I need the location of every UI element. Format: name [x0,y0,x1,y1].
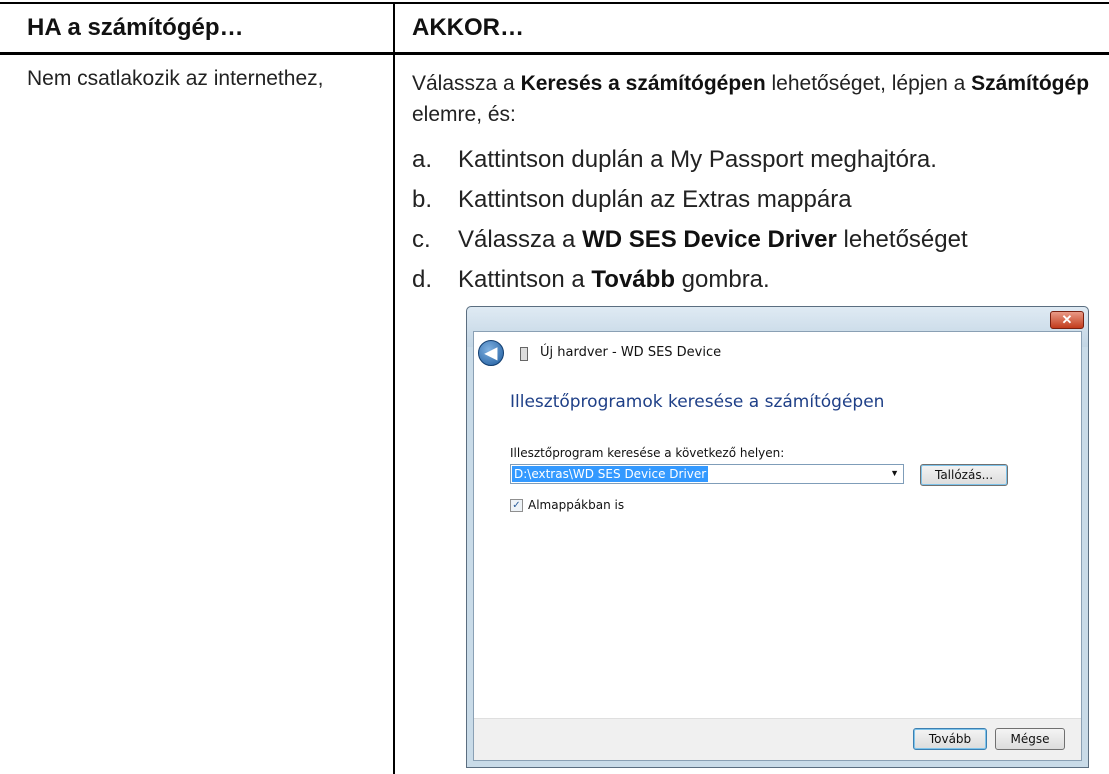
instruction-intro: Válassza a Keresés a számítógépen lehető… [412,68,1092,130]
dropdown-arrow-icon[interactable]: ▼ [890,468,899,478]
dialog-heading: Illesztőprogramok keresése a számítógépe… [510,392,885,412]
column-divider [393,4,395,774]
intro-bold-search: Keresés a számítógépen [520,72,766,95]
intro-bold-computer: Számítógép [971,72,1090,95]
step-text-pre: Kattintson a [458,266,592,293]
step-text: Válassza a WD SES Device Driver lehetősé… [458,226,968,254]
column-header-if: HA a számítógép… [27,13,244,41]
dialog-title: Új hardver - WD SES Device [540,345,722,360]
step-text-post: gombra. [674,266,770,293]
step-item: d. Kattintson a Tovább gombra. [412,260,1102,300]
column-header-then: AKKOR… [412,13,524,41]
step-text-bold: WD SES Device Driver [582,226,837,253]
subfolders-checkbox[interactable]: ✓ Almappákban is [510,498,624,512]
step-label: d. [412,266,433,293]
dialog-body: ◀ Új hardver - WD SES Device Illesztőpro… [473,331,1082,761]
cancel-button[interactable]: Mégse [995,728,1065,750]
step-text-post: lehetőséget [836,226,968,253]
subfolders-label[interactable]: Almappákban is [528,498,624,512]
step-label: b. [412,186,433,213]
intro-text-1: Válassza a [412,72,521,95]
close-icon[interactable]: ✕ [1050,311,1084,329]
step-text-bold: Tovább [591,266,675,293]
step-text-pre: Válassza a [458,226,583,253]
step-list: a. Kattintson duplán a My Passport megha… [412,140,1102,300]
condition-text: Nem csatlakozik az internethez, [27,67,324,90]
step-item: c. Válassza a WD SES Device Driver lehet… [412,220,1102,260]
next-button[interactable]: Tovább [913,728,987,750]
step-item: b. Kattintson duplán az Extras mappára [412,180,1102,220]
checkbox-checked-icon[interactable]: ✓ [510,498,523,512]
dialog-header: ◀ Új hardver - WD SES Device [474,332,1081,384]
step-text: Kattintson duplán az Extras mappára [458,186,852,213]
back-arrow-icon[interactable]: ◀ [478,340,504,366]
intro-text-3: elemre, és: [412,103,516,126]
step-label: c. [412,226,431,253]
step-label: a. [412,146,433,173]
step-text: Kattintson a Tovább gombra. [458,266,770,294]
dialog-footer: Tovább Mégse [474,718,1081,760]
header-divider [0,52,1109,55]
browse-button[interactable]: Tallózás... [920,464,1008,486]
location-label: Illesztőprogram keresése a következő hel… [510,446,785,460]
step-item: a. Kattintson duplán a My Passport megha… [412,140,1102,180]
step-text: Kattintson duplán a My Passport meghajtó… [458,146,937,173]
intro-text-2: lehetőséget, lépjen a [765,72,972,95]
location-value[interactable]: D:\extras\WD SES Device Driver [512,466,709,482]
location-combobox[interactable]: D:\extras\WD SES Device Driver ▼ [510,464,904,484]
usb-device-icon [520,347,528,361]
driver-search-dialog: ✕ ◀ Új hardver - WD SES Device Illesztőp… [466,306,1089,768]
